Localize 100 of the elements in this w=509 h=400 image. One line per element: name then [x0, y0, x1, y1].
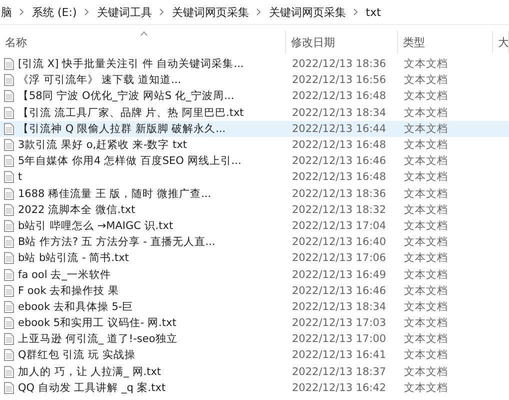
breadcrumb-item[interactable]: 关键词网页采集 — [172, 4, 249, 20]
document-icon — [4, 204, 14, 216]
document-icon — [4, 122, 14, 135]
file-name: fa ool 去_一米软件 — [18, 268, 111, 282]
modified-date: 2022/12/13 16:44 — [291, 122, 388, 135]
file-type: 文本文档 — [403, 170, 449, 184]
file-row[interactable]: B站 作方法? 五 方法分享 - 直播无人直... 2022/12/13 16:40 文本文档 — [0, 234, 509, 250]
file-row[interactable]: 5年自媒体 你用4 怎样做 百度SEO 网线上引... 2022/12/13 16:46 文本文档 — [0, 153, 509, 170]
chevron-icon — [352, 8, 359, 16]
file-row[interactable]: QQ 自动发 工具讲解 _q 案.txt 2022/12/13 16:42 文本文档 — [0, 380, 509, 396]
file-type: 文本文档 — [403, 268, 449, 282]
modified-date: 2022/12/13 17:06 — [291, 252, 388, 264]
file-type: 文本文档 — [403, 89, 449, 104]
file-type: 文本文档 — [403, 348, 449, 362]
file-row[interactable]: [引流 X] 快手批量关注引 件 自动关键词采集... 2022/12/13 18:36 文本文档 — [0, 56, 509, 72]
document-icon — [4, 106, 14, 119]
breadcrumb-item[interactable]: 系统 (E:) — [32, 4, 77, 20]
file-type: 文本文档 — [403, 332, 449, 346]
modified-date: 2022/12/13 18:34 — [291, 106, 388, 119]
file-name: 2022 流脚本全 微信.txt — [18, 202, 136, 217]
document-icon — [4, 284, 14, 297]
breadcrumb-item[interactable]: txt — [366, 6, 381, 18]
file-row[interactable]: 加人的 巧，让 人拉满_ 网.txt 2022/12/13 18:37 文本文档 — [0, 364, 509, 380]
file-type: 文本文档 — [403, 300, 449, 314]
file-name: t — [18, 171, 22, 184]
file-type: 文本文档 — [403, 138, 449, 152]
file-type: 文本文档 — [403, 202, 449, 217]
modified-date: 2022/12/13 16:48 — [291, 139, 388, 152]
file-row[interactable]: Q群红包 引流 玩 实战操 2022/12/13 16:41 文本文档 — [0, 347, 509, 364]
file-row[interactable]: fa ool 去_一米软件 2022/12/13 16:49 文本文档 — [0, 266, 509, 283]
document-icon — [4, 317, 14, 330]
document-icon — [4, 382, 14, 394]
chevron-icon — [256, 8, 262, 16]
breadcrumb-item[interactable]: 脑 — [1, 4, 12, 20]
file-row[interactable]: F ook 去和操作技 果 2022/12/13 16:46 文本文档 — [0, 282, 509, 299]
document-icon — [4, 366, 14, 378]
modified-date: 2022/12/13 18:36 — [291, 58, 388, 70]
file-name: 上亚马逊 何引流_ 道了!-seo独立 — [18, 332, 178, 346]
file-name: 加人的 巧，让 人拉满_ 网.txt — [18, 364, 162, 379]
file-row[interactable]: b站引 哔哩怎么 →MAIGC 识.txt 2022/12/13 17:04 文本文档 — [0, 218, 509, 234]
chevron-icon — [158, 8, 165, 16]
file-row[interactable]: 【引流神 Q 限偷人拉群 新版脚 破解永久... 2022/12/13 16:44 文本文档 — [0, 120, 509, 137]
breadcrumb-item[interactable]: 关键词工具 — [96, 4, 152, 20]
sort-icon — [140, 31, 148, 36]
modified-date: 2022/12/13 16:48 — [291, 171, 388, 184]
file-name: 【58同 宁波 O优化_宁波 网站S 化_宁波周... — [18, 89, 234, 104]
file-name: b站 b站引流 - 简书.txt — [18, 251, 129, 266]
file-type: 文本文档 — [403, 186, 449, 201]
document-icon — [4, 139, 14, 152]
file-name: 【引流 流工具厂家、品牌 片、热 阿里巴巴.txt — [18, 106, 244, 120]
file-name: B站 作方法? 五 方法分享 - 直播无人直... — [18, 235, 216, 250]
file-row[interactable]: 《浮 可引流年》 速下载 道知道... 2022/12/13 16:56 文本文档 — [0, 72, 509, 88]
file-name: F ook 去和操作技 果 — [18, 284, 119, 298]
breadcrumb-item[interactable]: 关键词网页采集 — [268, 4, 346, 20]
file-type: 文本文档 — [403, 154, 449, 168]
modified-date: 2022/12/13 16:42 — [291, 382, 388, 394]
file-row[interactable]: 1688 稀佳流量 王 版，随时 微推广查... 2022/12/13 18:36 文本文档 — [0, 186, 509, 202]
document-icon — [4, 90, 14, 102]
file-row[interactable]: 【引流 流工具厂家、品牌 片、热 阿里巴巴.txt 2022/12/13 18:34 文本文档 — [0, 104, 509, 121]
file-type: 文本文档 — [403, 251, 449, 266]
modified-date: 2022/12/13 16:46 — [291, 284, 388, 297]
column-header[interactable]: 修改日期 — [286, 31, 398, 53]
modified-date: 2022/12/13 16:46 — [291, 155, 388, 168]
file-row[interactable]: ebook 去和具体操 5-巨 2022/12/13 18:34 文本文档 — [0, 298, 509, 315]
file-name: 5年自媒体 你用4 怎样做 百度SEO 网线上引... — [18, 154, 242, 168]
document-icon — [4, 155, 14, 168]
modified-date: 2022/12/13 18:32 — [291, 204, 388, 216]
file-row[interactable]: 3款引流 果好 o,赶紧收 来-数字 txt 2022/12/13 16:48 文本文档 — [0, 136, 509, 154]
file-type: 文本文档 — [403, 364, 449, 379]
modified-date: 2022/12/13 18:36 — [291, 188, 388, 200]
document-icon — [4, 188, 14, 200]
modified-date: 2022/12/13 18:37 — [291, 366, 388, 378]
file-name: ebook 去和具体操 5-巨 — [18, 300, 134, 314]
file-type: 文本文档 — [403, 57, 449, 72]
file-type: 文本文档 — [403, 218, 449, 233]
file-row[interactable]: 上亚马逊 何引流_ 道了!-seo独立 2022/12/13 17:00 文本文档 — [0, 331, 509, 348]
chevron-icon — [84, 8, 90, 16]
file-row[interactable]: b站 b站引流 - 简书.txt 2022/12/13 17:06 文本文档 — [0, 250, 509, 266]
document-icon — [4, 300, 14, 313]
column-header[interactable]: 类型 — [398, 31, 493, 53]
document-icon — [4, 74, 14, 86]
file-name: ebook 5和实用工 议码住- 网.txt — [18, 316, 176, 330]
file-type: 文本文档 — [403, 106, 449, 120]
chevron-icon — [19, 8, 25, 16]
file-name: 《浮 可引流年》 速下载 道知道... — [18, 73, 182, 88]
file-type: 文本文档 — [403, 284, 449, 298]
file-row[interactable]: 【58同 宁波 O优化_宁波 网站S 化_宁波周... 2022/12/13 16:48 文本文档 — [0, 88, 509, 105]
file-type: 文本文档 — [403, 235, 449, 250]
file-row[interactable]: t 2022/12/13 16:48 文本文档 — [0, 169, 509, 186]
column-header[interactable]: 名称 — [0, 31, 286, 53]
document-icon — [4, 349, 14, 362]
file-name: [引流 X] 快手批量关注引 件 自动关键词采集... — [18, 57, 244, 72]
modified-date: 2022/12/13 16:48 — [291, 90, 388, 102]
file-row[interactable]: 2022 流脚本全 微信.txt 2022/12/13 18:32 文本文档 — [0, 202, 509, 218]
document-icon — [4, 268, 14, 281]
file-name: 【引流神 Q 限偷人拉群 新版脚 破解永久... — [18, 122, 226, 136]
document-icon — [4, 236, 14, 248]
file-name: QQ 自动发 工具讲解 _q 案.txt — [18, 380, 166, 395]
file-row[interactable]: ebook 5和实用工 议码住- 网.txt 2022/12/13 17:03 文本文档 — [0, 315, 509, 332]
file-name: Q群红包 引流 玩 实战操 — [18, 348, 136, 362]
